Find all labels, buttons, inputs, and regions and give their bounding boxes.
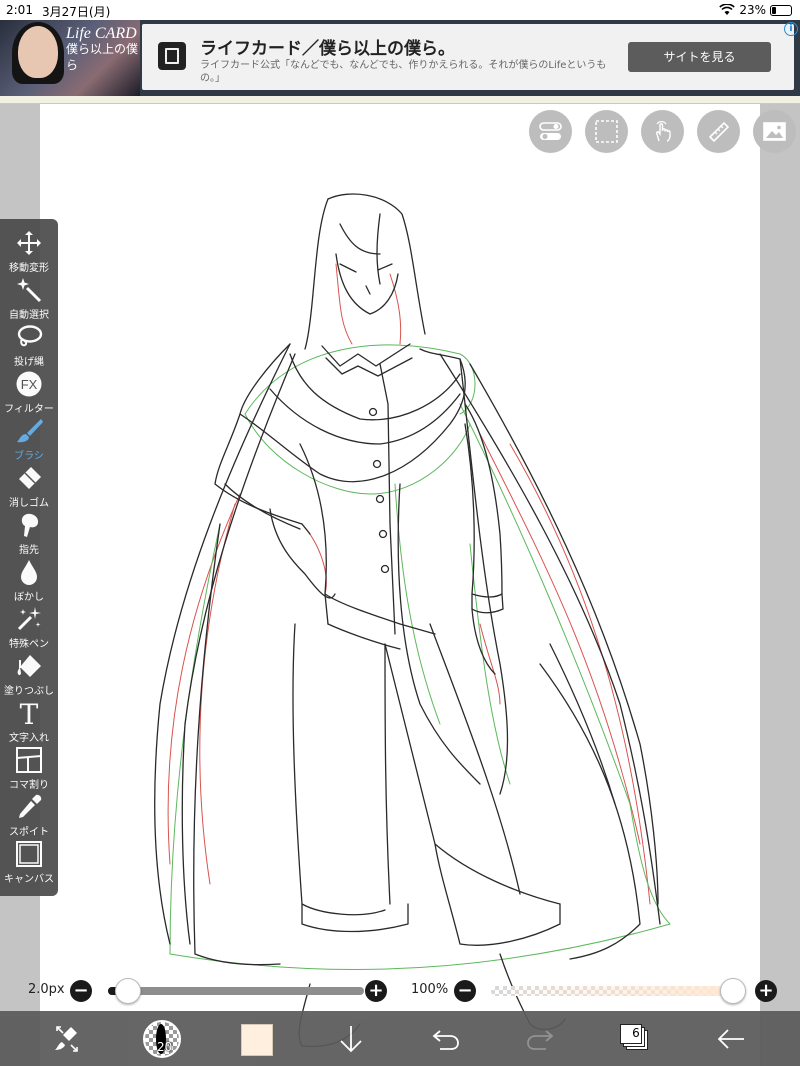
- toggle-icon: [539, 122, 562, 140]
- eyedropper-icon: [19, 794, 42, 818]
- layers-button[interactable]: 6: [620, 1024, 650, 1051]
- svg-text:T: T: [20, 699, 39, 727]
- ad-cta-button[interactable]: サイトを見る: [628, 42, 771, 72]
- tool-blur[interactable]: ぼかし: [0, 554, 58, 603]
- tool-auto-select[interactable]: 自動選択: [0, 272, 58, 321]
- status-time: 2:01: [6, 3, 33, 17]
- brush-size-knob[interactable]: [115, 978, 141, 1004]
- top-tools: [529, 110, 796, 153]
- swap-tool-button[interactable]: [51, 1023, 83, 1055]
- ad-image[interactable]: Life CARD 僕ら以上の僕ら: [0, 20, 140, 96]
- opacity-label: 100%: [411, 982, 449, 997]
- eraser-icon: [19, 467, 41, 489]
- size-plus-button[interactable]: +: [365, 980, 387, 1002]
- move-icon: [17, 231, 41, 255]
- opacity-minus-button[interactable]: −: [454, 980, 476, 1002]
- panel-split-icon: [16, 747, 42, 773]
- tool-canvas[interactable]: キャンバス: [0, 836, 58, 885]
- status-date: 3月27日(月): [42, 5, 111, 19]
- brush-size-slider[interactable]: [108, 987, 364, 995]
- size-minus-button[interactable]: −: [70, 980, 92, 1002]
- image-button[interactable]: [753, 110, 796, 153]
- color-swatch-button[interactable]: [241, 1024, 273, 1056]
- redo-button[interactable]: [524, 1023, 556, 1055]
- text-icon: T: [20, 699, 39, 727]
- tool-eyedropper[interactable]: スポイト: [0, 789, 58, 838]
- ad-banner[interactable]: Life CARD 僕ら以上の僕ら ライフカード／僕ら以上の僕ら。 ライフカード…: [0, 20, 800, 96]
- fx-icon: FX: [16, 371, 42, 397]
- tool-fill[interactable]: 塗りつぶし: [0, 648, 58, 697]
- sketch-drawing: [154, 193, 671, 1048]
- brush-eraser-swap-icon: [55, 1026, 78, 1052]
- brush-preview-button[interactable]: 20: [143, 1020, 181, 1058]
- svg-text:FX: FX: [21, 377, 38, 392]
- wifi-icon: [719, 4, 736, 15]
- opacity-plus-button[interactable]: +: [755, 980, 777, 1002]
- canvas-icon: [16, 841, 42, 867]
- battery-icon: [770, 4, 792, 16]
- fill-bucket-icon: [17, 655, 41, 677]
- tool-move[interactable]: 移動変形: [0, 225, 58, 274]
- image-icon: [763, 122, 786, 141]
- tool-lasso[interactable]: 投げ縄: [0, 319, 58, 368]
- blur-drop-icon: [21, 560, 37, 585]
- undo-button[interactable]: [430, 1023, 462, 1055]
- brush-size-label: 2.0px: [28, 982, 65, 997]
- tool-filter[interactable]: FX フィルター: [0, 366, 58, 415]
- brush-icon: [17, 419, 43, 443]
- special-pen-icon: [17, 607, 41, 631]
- ad-title[interactable]: ライフカード／僕ら以上の僕ら。: [200, 34, 455, 59]
- lasso-icon: [17, 325, 43, 347]
- tool-brush[interactable]: ブラシ: [0, 413, 58, 462]
- selection-icon: [595, 120, 618, 143]
- ad-description: ライフカード公式「なんどでも、なんどでも、作りかえられる。それが僕らのLifeと…: [200, 60, 607, 84]
- status-indicators: 23%: [719, 3, 792, 17]
- tool-eraser[interactable]: 消しゴム: [0, 460, 58, 509]
- tool-label: キャンバス: [4, 874, 54, 885]
- ruler-button[interactable]: [697, 110, 740, 153]
- battery-percent: 23%: [739, 3, 766, 17]
- undo-icon: [432, 1030, 459, 1050]
- layer-count: 6: [632, 1026, 640, 1040]
- status-bar: 2:01 3月27日(月) 23%: [0, 0, 800, 20]
- redo-icon: [527, 1030, 554, 1050]
- selection-button[interactable]: [585, 110, 628, 153]
- tool-text[interactable]: T 文字入れ: [0, 695, 58, 744]
- ruler-icon: [708, 121, 730, 143]
- drawing-canvas[interactable]: [40, 104, 760, 1066]
- ad-divider: [0, 96, 800, 104]
- arrow-down-icon: [340, 1026, 362, 1053]
- ad-card[interactable]: ライフカード／僕ら以上の僕ら。 ライフカード公式「なんどでも、なんどでも、作りか…: [142, 24, 794, 90]
- arrow-left-icon: [717, 1029, 744, 1049]
- touch-button[interactable]: [641, 110, 684, 153]
- ad-image-logo: Life CARD 僕ら以上の僕ら: [66, 25, 139, 73]
- tool-panel-split[interactable]: コマ割り: [0, 742, 58, 791]
- opacity-slider[interactable]: [491, 986, 737, 996]
- opacity-knob[interactable]: [720, 978, 746, 1004]
- left-toolbar: 移動変形 自動選択 投げ縄 FX フィルター ブラシ 消しゴム 指先 ぼかし 特…: [0, 219, 58, 896]
- magic-wand-icon: [17, 278, 42, 303]
- download-button[interactable]: [335, 1023, 367, 1055]
- finger-icon: [21, 513, 39, 537]
- tool-smudge[interactable]: 指先: [0, 507, 58, 556]
- ad-brand-logo: [158, 42, 186, 70]
- ad-choices-icon[interactable]: i: [784, 22, 798, 36]
- tool-special-pen[interactable]: 特殊ペン: [0, 601, 58, 650]
- toggle-button[interactable]: [529, 110, 572, 153]
- brush-size-number: 20: [157, 1040, 173, 1054]
- back-button[interactable]: [715, 1023, 747, 1055]
- touch-icon: [656, 121, 671, 142]
- bottom-toolbar: [0, 1011, 800, 1066]
